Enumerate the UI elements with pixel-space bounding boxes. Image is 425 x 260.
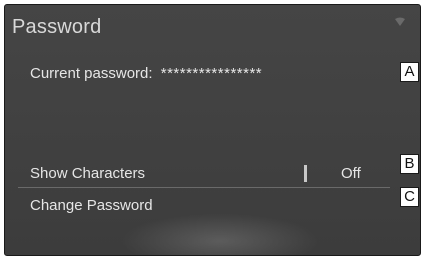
change-password-button[interactable]: Change Password bbox=[18, 191, 390, 219]
current-password-label: Current password: bbox=[30, 65, 153, 82]
callout-a: A bbox=[400, 62, 419, 82]
current-password-value: **************** bbox=[160, 65, 263, 82]
change-password-label: Change Password bbox=[30, 197, 153, 214]
show-characters-toggle-value[interactable]: Off bbox=[341, 165, 361, 182]
toggle-divider bbox=[304, 165, 307, 182]
show-characters-label: Show Characters bbox=[30, 165, 146, 182]
page-title: Password bbox=[12, 16, 102, 38]
callout-c: C bbox=[400, 187, 419, 207]
signal-icon bbox=[395, 17, 405, 26]
show-characters-row[interactable]: Show Characters Off bbox=[18, 159, 390, 188]
password-screen: Password Current password: *************… bbox=[4, 4, 421, 256]
current-password: Current password: **************** bbox=[30, 65, 262, 82]
callout-b: B bbox=[400, 154, 419, 174]
